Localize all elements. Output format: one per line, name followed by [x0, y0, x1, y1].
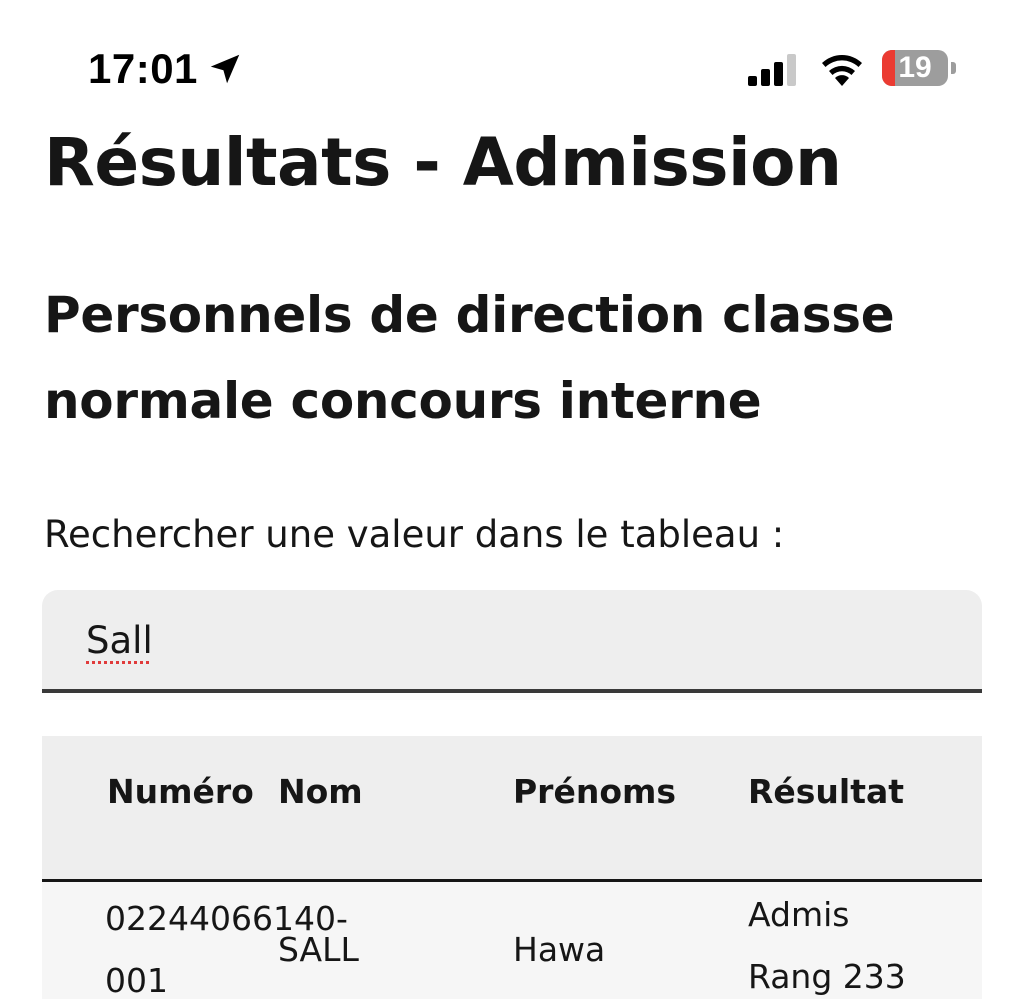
search-input-value: Sall	[86, 619, 153, 662]
status-time: 17:01	[88, 45, 198, 92]
cell-resultat-line2: Rang 233	[748, 957, 906, 996]
battery-icon: 19	[882, 50, 948, 86]
page-title: Résultats - Admission	[44, 124, 842, 201]
table-header: Numéro Nom Prénoms Résultat	[42, 736, 982, 882]
location-arrow-icon	[210, 54, 240, 84]
battery-level: 19	[898, 51, 932, 84]
column-header-prenoms[interactable]: Prénoms	[513, 770, 676, 814]
column-header-nom[interactable]: Nom	[278, 770, 363, 814]
column-header-resultat[interactable]: Résultat	[748, 770, 904, 814]
cell-resultat-line1: Admis	[748, 895, 850, 934]
table-row: 02244066140- 001 SALL Hawa Admis Rang 23…	[42, 882, 982, 999]
cell-resultat: Admis Rang 233	[748, 884, 948, 999]
search-label: Rechercher une valeur dans le tableau :	[44, 513, 785, 556]
cellular-signal-icon	[748, 54, 796, 86]
status-bar: 17:01 19	[0, 0, 1024, 130]
section-title: Personnels de direction classe normale c…	[44, 286, 895, 430]
battery-cap	[951, 62, 956, 74]
results-table: Numéro Nom Prénoms Résultat 02244066140-…	[42, 736, 982, 999]
wifi-icon	[822, 55, 862, 86]
column-header-numero[interactable]: Numéro	[107, 770, 254, 814]
cell-prenoms: Hawa	[513, 930, 606, 969]
search-input[interactable]: Sall	[42, 590, 982, 693]
cell-nom: SALL	[278, 930, 359, 969]
